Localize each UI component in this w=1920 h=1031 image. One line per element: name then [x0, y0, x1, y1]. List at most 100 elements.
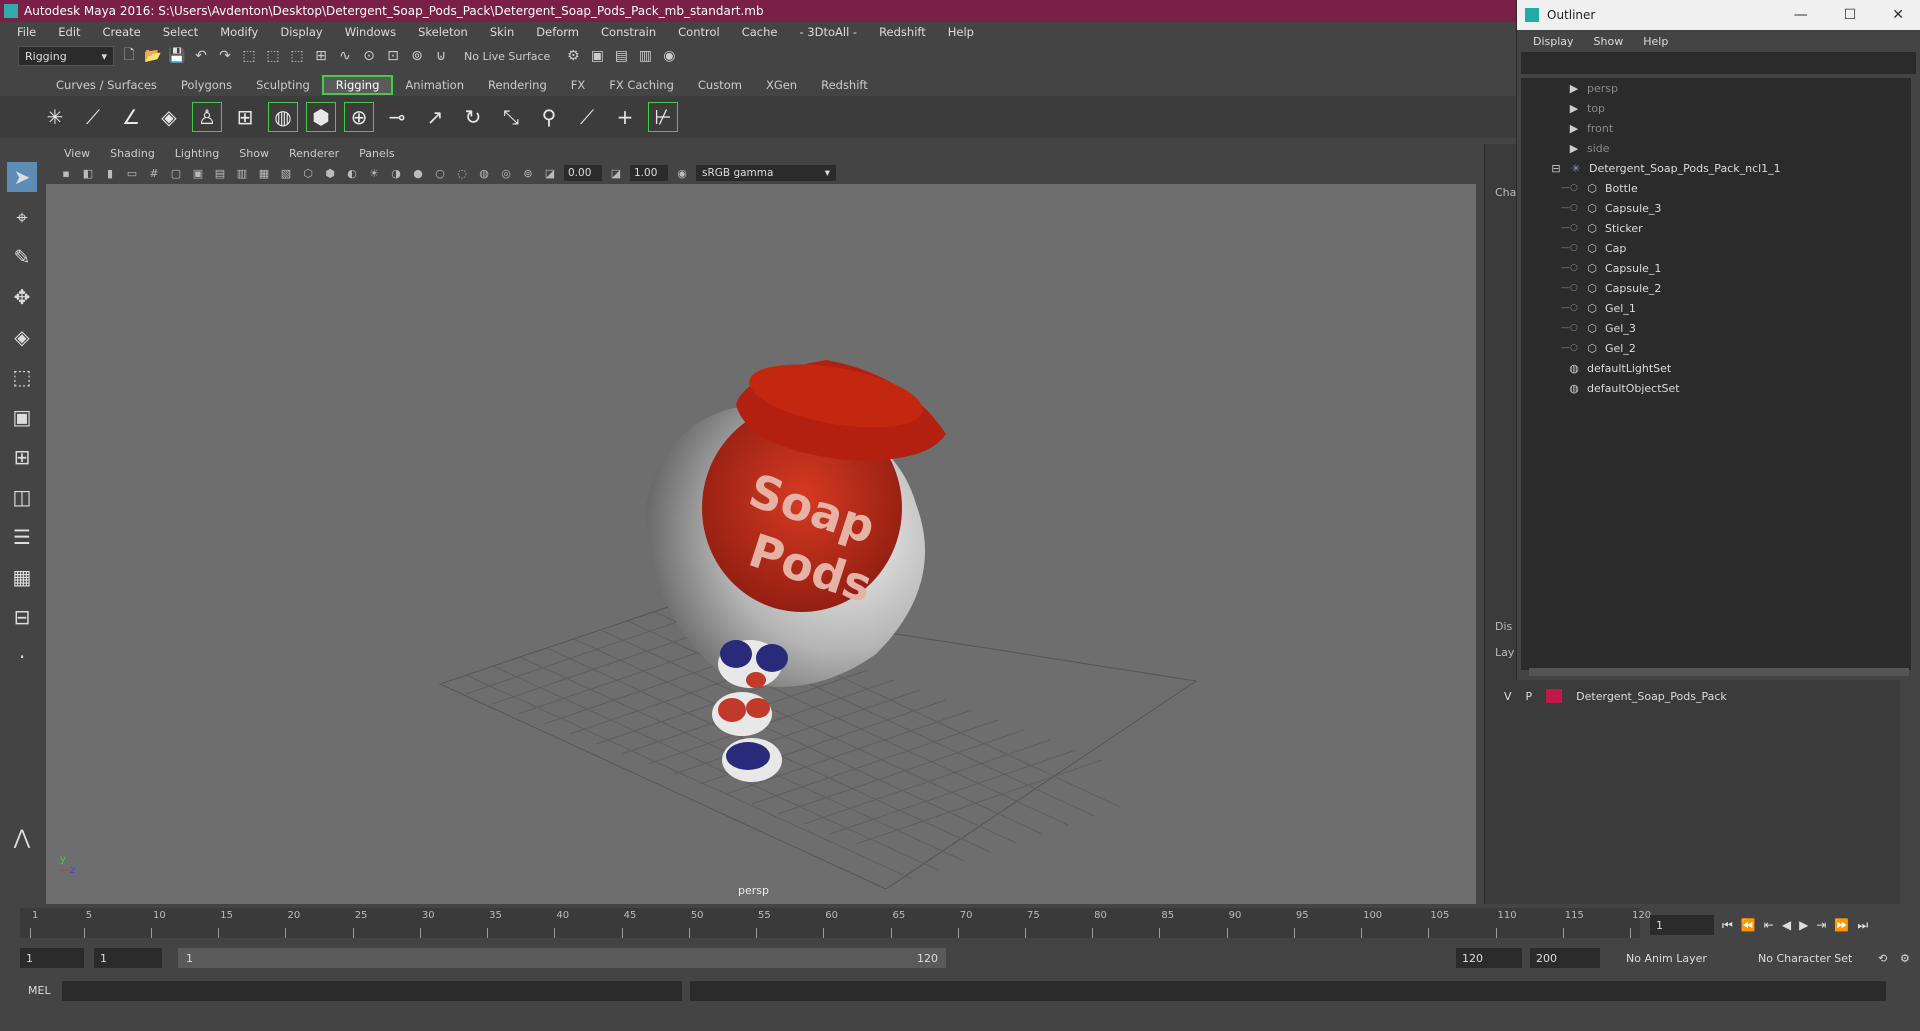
lasso-tool-icon[interactable]: ⌖	[7, 202, 37, 232]
film-gate-icon[interactable]: ▢	[168, 165, 184, 181]
color-management-icon[interactable]: ◉	[674, 165, 690, 181]
live-surface-label[interactable]: No Live Surface	[456, 50, 558, 63]
textured-icon[interactable]: ◐	[344, 165, 360, 181]
outliner-menu-help[interactable]: Help	[1635, 35, 1676, 48]
select-tool-icon[interactable]: ➤	[7, 162, 37, 192]
play-forwards-icon[interactable]: ▶	[1799, 918, 1808, 932]
xray-joints-icon[interactable]: ⊚	[520, 165, 536, 181]
outliner-search-field[interactable]	[1521, 52, 1916, 74]
go-to-start-icon[interactable]: ⏮	[1722, 918, 1733, 933]
outliner-item-group[interactable]: ⊟ ✳ Detergent_Soap_Pods_Pack_ncl1_1	[1521, 158, 1911, 178]
remove-influence-icon[interactable]: ⊬	[648, 102, 678, 132]
select-object-icon[interactable]: ⬚	[264, 47, 282, 65]
outliner-menu-display[interactable]: Display	[1525, 35, 1582, 48]
new-scene-icon[interactable]: 🗋	[120, 47, 138, 65]
panel-menu-renderer[interactable]: Renderer	[279, 147, 349, 160]
perspective-viewport[interactable]: Soap Pods y —z persp	[46, 184, 1476, 904]
menu-redshift[interactable]: Redshift	[870, 25, 935, 39]
outliner-item-gel-1[interactable]: —○ ⬡ Gel_1	[1521, 298, 1911, 318]
shelf-tab-animation[interactable]: Animation	[393, 75, 476, 95]
shelf-tab-rendering[interactable]: Rendering	[476, 75, 559, 95]
parent-constraint-icon[interactable]: ⚲	[534, 102, 564, 132]
open-scene-icon[interactable]: 📂	[144, 47, 162, 65]
panel-menu-view[interactable]: View	[54, 147, 100, 160]
snap-surface-icon[interactable]: ⊚	[408, 47, 426, 65]
menu-display[interactable]: Display	[271, 25, 331, 39]
snap-grid-icon[interactable]: ⊞	[312, 47, 330, 65]
anim-end-field[interactable]: 200	[1530, 948, 1600, 968]
layer-playback-toggle[interactable]: P	[1526, 690, 1533, 703]
ipr-render-icon[interactable]: ▤	[612, 47, 630, 65]
step-back-icon[interactable]: ⏪	[1741, 918, 1756, 932]
panel-menu-lighting[interactable]: Lighting	[165, 147, 229, 160]
outliner-item-default-object-set[interactable]: ◍ defaultObjectSet	[1521, 378, 1911, 398]
menu-modify[interactable]: Modify	[211, 25, 267, 39]
isolate-select-icon[interactable]: ◍	[476, 165, 492, 181]
single-perspective-layout-icon[interactable]: ▣	[7, 402, 37, 432]
outliner-horizontal-scrollbar[interactable]	[1529, 668, 1909, 676]
minimize-icon[interactable]: —	[1794, 7, 1808, 23]
go-to-end-icon[interactable]: ⏭	[1857, 918, 1868, 933]
character-set-dropdown[interactable]: No Character Set	[1752, 948, 1868, 968]
exposure-icon[interactable]: ◪	[542, 165, 558, 181]
render-settings-icon[interactable]: ⚙	[564, 47, 582, 65]
menu-skin[interactable]: Skin	[481, 25, 523, 39]
command-input[interactable]	[62, 981, 682, 1001]
outliner-item-capsule-2[interactable]: —○ ⬡ Capsule_2	[1521, 278, 1911, 298]
menu-windows[interactable]: Windows	[336, 25, 405, 39]
resolution-gate-icon[interactable]: ▣	[190, 165, 206, 181]
motion-blur-icon[interactable]: ○	[432, 165, 448, 181]
outliner-item-persp[interactable]: ▶ persp	[1521, 78, 1911, 98]
display-layer-row[interactable]: V P Detergent_Soap_Pods_Pack	[1492, 686, 1896, 706]
step-back-key-icon[interactable]: ⇤	[1764, 918, 1774, 932]
panel-menu-panels[interactable]: Panels	[349, 147, 404, 160]
undo-icon[interactable]: ↶	[192, 47, 210, 65]
anti-aliasing-icon[interactable]: ◌	[454, 165, 470, 181]
display-layers-tab[interactable]: Dis	[1495, 620, 1512, 633]
select-camera-icon[interactable]: ▪	[58, 165, 74, 181]
menu-create[interactable]: Create	[94, 25, 150, 39]
render-frame-icon[interactable]: ▣	[588, 47, 606, 65]
menu-3dtoall[interactable]: - 3DtoAll -	[790, 25, 866, 39]
collapse-icon[interactable]: ⊟	[1549, 162, 1563, 175]
safe-action-icon[interactable]: ▦	[256, 165, 272, 181]
shadows-icon[interactable]: ◑	[388, 165, 404, 181]
bookmark-icon[interactable]: ▮	[102, 165, 118, 181]
maximize-icon[interactable]: ☐	[1844, 7, 1857, 23]
menu-edit[interactable]: Edit	[49, 25, 89, 39]
outliner-layout-icon[interactable]: ☰	[7, 522, 37, 552]
lattice-icon[interactable]: ⬢	[306, 102, 336, 132]
menu-select[interactable]: Select	[154, 25, 207, 39]
command-language-label[interactable]: MEL	[28, 984, 51, 997]
aim-constraint-icon[interactable]: ↗	[420, 102, 450, 132]
current-frame-field[interactable]: 1	[1650, 915, 1714, 935]
more-layouts-icon[interactable]: ·	[7, 642, 37, 672]
shelf-tab-fx-caching[interactable]: FX Caching	[597, 75, 686, 95]
pole-vector-icon[interactable]: ⟋	[572, 102, 602, 132]
menu-constrain[interactable]: Constrain	[592, 25, 665, 39]
orient-constraint-icon[interactable]: ↻	[458, 102, 488, 132]
paint-select-tool-icon[interactable]: ✎	[7, 242, 37, 272]
ik-handle-icon[interactable]: ⟋	[78, 102, 108, 132]
outliner-item-default-light-set[interactable]: ◍ defaultLightSet	[1521, 358, 1911, 378]
graph-layout-icon[interactable]: ▦	[7, 562, 37, 592]
outliner-item-top[interactable]: ▶ top	[1521, 98, 1911, 118]
hypershade-layout-icon[interactable]: ⊟	[7, 602, 37, 632]
four-view-layout-icon[interactable]: ⊞	[7, 442, 37, 472]
shelf-tab-custom[interactable]: Custom	[686, 75, 754, 95]
snap-point-icon[interactable]: ⊙	[360, 47, 378, 65]
select-hierarchy-icon[interactable]: ⬚	[240, 47, 258, 65]
xray-icon[interactable]: ◎	[498, 165, 514, 181]
outliner-item-capsule-1[interactable]: —○ ⬡ Capsule_1	[1521, 258, 1911, 278]
point-constraint-icon[interactable]: ⊸	[382, 102, 412, 132]
menu-file[interactable]: File	[8, 25, 45, 39]
outliner-item-sticker[interactable]: —○ ⬡ Sticker	[1521, 218, 1911, 238]
safe-title-icon[interactable]: ▧	[278, 165, 294, 181]
insert-joint-icon[interactable]: ◈	[154, 102, 184, 132]
outliner-item-front[interactable]: ▶ front	[1521, 118, 1911, 138]
panel-menu-shading[interactable]: Shading	[100, 147, 165, 160]
range-slider[interactable]: 1 120	[178, 948, 946, 968]
image-plane-icon[interactable]: ▭	[124, 165, 140, 181]
rotate-tool-icon[interactable]: ◈	[7, 322, 37, 352]
animation-preferences-icon[interactable]: ⚙	[1894, 948, 1916, 968]
